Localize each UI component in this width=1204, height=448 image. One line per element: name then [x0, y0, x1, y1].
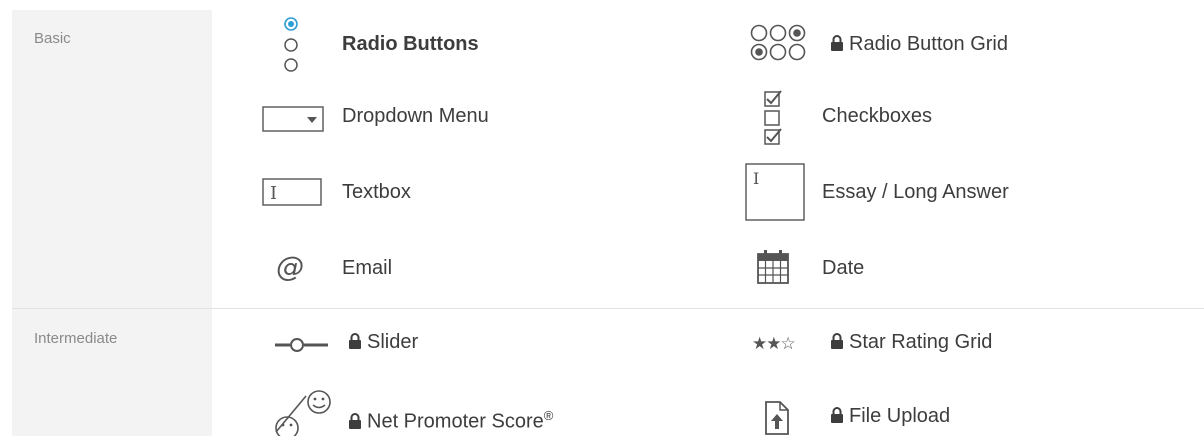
question-type-email[interactable]: @ Email — [240, 238, 640, 298]
essay-icon: I — [745, 163, 805, 221]
question-type-star-rating-grid[interactable]: ★★☆ Star Rating Grid — [740, 314, 1180, 374]
textbox-label: Textbox — [342, 181, 411, 203]
radio-buttons-icon — [284, 17, 298, 72]
question-type-essay[interactable]: I Essay / Long Answer — [740, 162, 1180, 222]
lock-icon — [831, 407, 843, 423]
stars-icon: ★★☆ — [752, 334, 796, 354]
slider-icon — [275, 338, 328, 352]
question-type-textbox[interactable]: I Textbox — [240, 162, 640, 222]
essay-label: Essay / Long Answer — [822, 181, 1009, 203]
question-type-slider[interactable]: Slider — [240, 314, 640, 374]
question-type-radio-buttons[interactable]: Radio Buttons — [240, 12, 640, 72]
slider-text: Slider — [367, 331, 419, 353]
lock-icon — [831, 333, 843, 349]
dropdown-icon — [262, 106, 324, 132]
file-upload-label: File Upload — [830, 404, 950, 428]
section-basic-panel — [12, 10, 212, 308]
lock-icon — [349, 333, 361, 349]
date-label: Date — [822, 257, 865, 279]
calendar-icon — [757, 250, 789, 284]
at-icon: @ — [276, 250, 304, 283]
textbox-icon: I — [262, 178, 322, 206]
radio-button-grid-text: Radio Button Grid — [849, 33, 1008, 55]
star-rating-grid-text: Star Rating Grid — [849, 331, 993, 353]
question-type-date[interactable]: Date — [740, 238, 1180, 298]
email-label: Email — [342, 257, 393, 279]
radio-buttons-label: Radio Buttons — [342, 33, 479, 55]
radio-button-grid-label: Radio Button Grid — [830, 32, 1008, 56]
lock-icon — [831, 35, 843, 51]
file-upload-text: File Upload — [849, 405, 951, 427]
checkboxes-label: Checkboxes — [822, 105, 933, 127]
svg-text:I: I — [753, 169, 759, 188]
slider-label: Slider — [348, 330, 418, 354]
checkboxes-icon — [764, 90, 782, 145]
question-type-dropdown-menu[interactable]: Dropdown Menu — [240, 88, 640, 148]
registered-mark: ® — [543, 408, 554, 423]
svg-text:I: I — [270, 183, 277, 204]
question-type-file-upload[interactable]: File Upload — [740, 388, 1180, 448]
section-divider — [12, 308, 1204, 309]
section-label-basic: Basic — [34, 30, 71, 47]
nps-faces-icon — [275, 390, 331, 436]
section-intermediate-panel — [12, 308, 212, 436]
radio-grid-icon — [750, 24, 806, 61]
question-type-checkboxes[interactable]: Checkboxes — [740, 88, 1180, 148]
question-type-nps[interactable]: Net Promoter Score® — [240, 388, 640, 448]
nps-label: Net Promoter Score® — [348, 404, 553, 434]
lock-icon — [349, 412, 361, 429]
question-type-radio-button-grid[interactable]: Radio Button Grid — [740, 12, 1180, 72]
file-upload-icon — [765, 401, 789, 435]
star-rating-grid-label: Star Rating Grid — [830, 330, 992, 354]
section-label-intermediate: Intermediate — [34, 330, 118, 347]
nps-text: Net Promoter Score — [367, 410, 544, 433]
dropdown-menu-label: Dropdown Menu — [342, 105, 489, 127]
